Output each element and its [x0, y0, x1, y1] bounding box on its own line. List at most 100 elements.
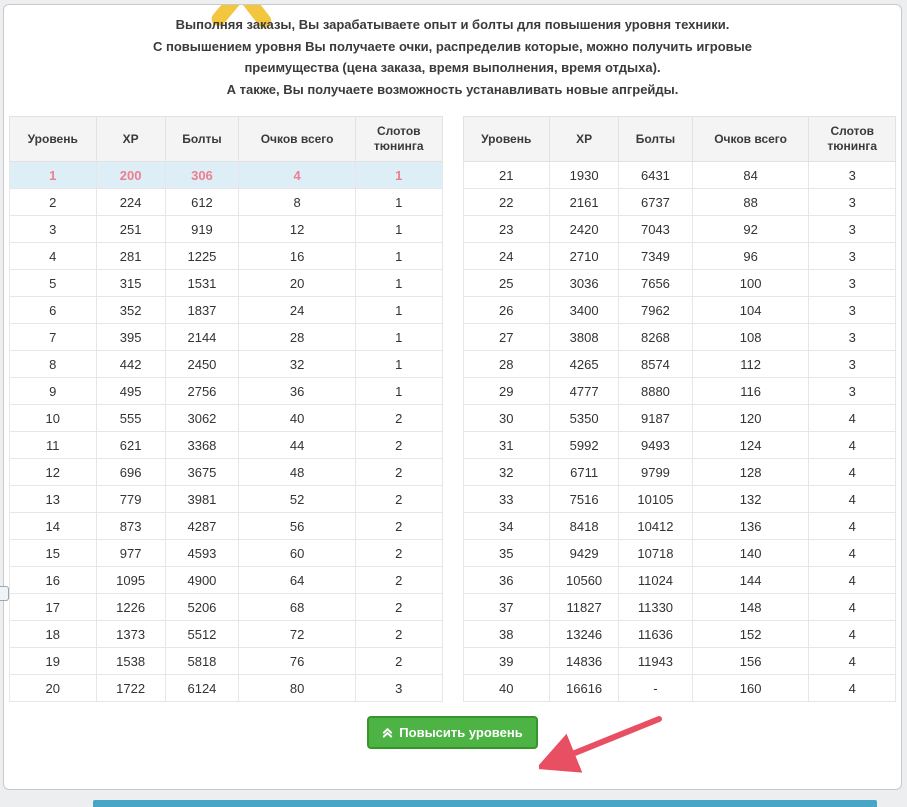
table-cell: 7 [10, 324, 97, 351]
table-cell: 1 [10, 162, 97, 189]
table-cell: 1226 [96, 594, 165, 621]
table-row: 29477788801163 [463, 378, 896, 405]
table-cell: 1095 [96, 567, 165, 594]
table-cell: 1373 [96, 621, 165, 648]
table-row: 1813735512722 [10, 621, 443, 648]
table-row: 2119306431843 [463, 162, 896, 189]
table-cell: 27 [463, 324, 550, 351]
table-cell: 39 [463, 648, 550, 675]
table-cell: 2 [10, 189, 97, 216]
table-cell: 2 [355, 621, 442, 648]
column-header-points: Очков всего [239, 117, 356, 162]
table-body: 1200306412224612813251919121428112251615… [10, 162, 443, 702]
table-cell: 2 [355, 540, 442, 567]
table-cell: 621 [96, 432, 165, 459]
table-cell: 26 [463, 297, 550, 324]
table-cell: 4 [809, 486, 896, 513]
table-cell: 8574 [619, 351, 693, 378]
table-cell: 22 [463, 189, 550, 216]
column-header-bolts: Болты [619, 117, 693, 162]
table-cell: 92 [692, 216, 809, 243]
table-cell: 108 [692, 324, 809, 351]
table-cell: 128 [692, 459, 809, 486]
table-cell: 9 [10, 378, 97, 405]
table-cell: 3981 [165, 486, 239, 513]
table-cell: 11943 [619, 648, 693, 675]
table-cell: 2161 [550, 189, 619, 216]
table-cell: 6124 [165, 675, 239, 702]
table-cell: 9493 [619, 432, 693, 459]
table-cell: 8880 [619, 378, 693, 405]
table-row: 3914836119431564 [463, 648, 896, 675]
table-cell: 2 [355, 486, 442, 513]
column-header-xp: XP [550, 117, 619, 162]
column-header-level: Уровень [10, 117, 97, 162]
table-header: Уровень XP Болты Очков всего Слотов тюни… [10, 117, 443, 162]
table-cell: 12 [10, 459, 97, 486]
table-row: 28426585741123 [463, 351, 896, 378]
table-cell: 16616 [550, 675, 619, 702]
table-cell: 919 [165, 216, 239, 243]
table-cell: 9799 [619, 459, 693, 486]
table-cell: 100 [692, 270, 809, 297]
table-cell: 555 [96, 405, 165, 432]
table-cell: 1538 [96, 648, 165, 675]
table-row: 159774593602 [10, 540, 443, 567]
table-cell: 4 [809, 621, 896, 648]
table-cell: 977 [96, 540, 165, 567]
table-cell: 14 [10, 513, 97, 540]
table-cell: 3 [809, 378, 896, 405]
table-cell: 136 [692, 513, 809, 540]
levels-table-right: Уровень XP Болты Очков всего Слотов тюни… [463, 116, 897, 702]
table-cell: 34 [463, 513, 550, 540]
table-row: 25303676561003 [463, 270, 896, 297]
table-cell: 160 [692, 675, 809, 702]
table-cell: 10105 [619, 486, 693, 513]
table-cell: 11 [10, 432, 97, 459]
table-cell: 4900 [165, 567, 239, 594]
table-cell: 4 [809, 513, 896, 540]
level-up-button-label: Повысить уровень [399, 725, 522, 740]
table-cell: 96 [692, 243, 809, 270]
table-cell: 1 [355, 270, 442, 297]
level-up-button[interactable]: Повысить уровень [367, 716, 537, 749]
table-cell: 7516 [550, 486, 619, 513]
table-cell: 7043 [619, 216, 693, 243]
table-cell: 30 [463, 405, 550, 432]
table-cell: 4 [809, 405, 896, 432]
table-cell: 5 [10, 270, 97, 297]
table-cell: 9187 [619, 405, 693, 432]
table-row: 30535091871204 [463, 405, 896, 432]
table-cell: 31 [463, 432, 550, 459]
table-cell: 156 [692, 648, 809, 675]
table-cell: 36 [463, 567, 550, 594]
table-cell: 6737 [619, 189, 693, 216]
table-cell: 7349 [619, 243, 693, 270]
table-cell: 3 [809, 351, 896, 378]
intro-line-1: Выполняя заказы, Вы зарабатываете опыт и… [113, 14, 793, 35]
table-cell: 28 [463, 351, 550, 378]
table-row: 137793981522 [10, 486, 443, 513]
column-header-level: Уровень [463, 117, 550, 162]
table-cell: 3675 [165, 459, 239, 486]
table-cell: 2756 [165, 378, 239, 405]
table-row: 2221616737883 [463, 189, 896, 216]
table-cell: 84 [692, 162, 809, 189]
table-cell: 3036 [550, 270, 619, 297]
table-cell: 281 [96, 243, 165, 270]
table-cell: 37 [463, 594, 550, 621]
table-row: 63521837241 [10, 297, 443, 324]
table-cell: 251 [96, 216, 165, 243]
table-row: 348418104121364 [463, 513, 896, 540]
table-cell: 148 [692, 594, 809, 621]
table-cell: 72 [239, 621, 356, 648]
table-cell: 21 [463, 162, 550, 189]
column-header-tuning-slots: Слотов тюнинга [355, 117, 442, 162]
table-cell: 16 [10, 567, 97, 594]
table-cell: 76 [239, 648, 356, 675]
table-row: 42811225161 [10, 243, 443, 270]
table-cell: 64 [239, 567, 356, 594]
table-cell: 1722 [96, 675, 165, 702]
table-cell: 315 [96, 270, 165, 297]
column-header-points: Очков всего [692, 117, 809, 162]
